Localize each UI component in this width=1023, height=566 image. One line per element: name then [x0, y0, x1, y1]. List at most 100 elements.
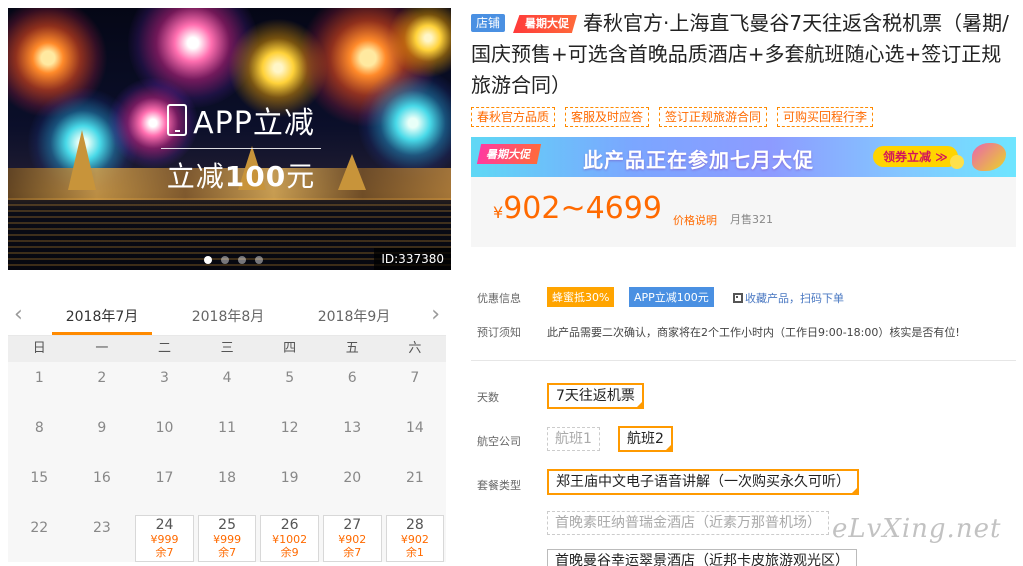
option-flight-2[interactable]: 航班2 — [618, 426, 673, 452]
day-remaining: 余7 — [343, 546, 362, 559]
day-price: ¥999 — [213, 533, 242, 546]
offers-label: 优惠信息 — [477, 292, 521, 305]
day-price: ¥902 — [400, 533, 429, 546]
calendar-day: 3 — [133, 362, 196, 412]
divider — [471, 360, 1016, 361]
day-number: 5 — [285, 370, 295, 386]
offers-row: 优惠信息 蜂蜜抵30% APP立减100元 收藏产品，扫码下单 — [471, 287, 1016, 308]
temple-spire — [338, 154, 366, 190]
calendar-day: 4 — [196, 362, 259, 412]
product-hero-image[interactable]: APP立减 立减100元 ID:337380 — [8, 8, 451, 270]
feature-tag: 签订正规旅游合同 — [659, 107, 768, 127]
tab-month-september[interactable]: 2018年9月 — [304, 306, 404, 326]
promo-prefix: 立减 — [166, 160, 225, 193]
feature-tag: 春秋官方品质 — [471, 107, 556, 127]
weekday: 日 — [32, 341, 46, 356]
option-package-suvarnabhumi-hotel[interactable]: 首晚素旺纳普瑞金酒店（近素万那普机场） — [547, 511, 829, 535]
calendar-day: 22 — [8, 512, 71, 562]
calendar-day: 14 — [384, 412, 447, 462]
day-number: 13 — [343, 420, 362, 436]
day-remaining: 余7 — [155, 546, 174, 559]
day-number: 16 — [92, 470, 111, 486]
day-number: 19 — [280, 470, 299, 486]
day-number: 10 — [155, 420, 174, 436]
carousel-dot[interactable] — [221, 256, 229, 264]
carousel-dot[interactable] — [204, 256, 212, 264]
day-number: 3 — [160, 370, 169, 386]
day-number: 8 — [34, 420, 44, 436]
day-number: 24 — [155, 517, 174, 533]
product-id-badge: ID:337380 — [374, 248, 451, 270]
tab-month-july[interactable]: 2018年7月 — [52, 306, 152, 335]
carousel-dot[interactable] — [238, 256, 246, 264]
day-number: 12 — [280, 420, 299, 436]
calendar-day: 6 — [321, 362, 384, 412]
calendar-day: 13 — [321, 412, 384, 462]
weekday: 四 — [283, 341, 297, 356]
feature-tag: 可购买回程行李 — [777, 107, 874, 127]
product-title: 店铺 暑期大促 春秋官方·上海直飞曼谷7天往返含税机票（暑期/国庆预售+可选含首晚品… — [471, 8, 1016, 101]
package-label: 套餐类型 — [477, 479, 521, 492]
option-days-7[interactable]: 7天往返机票 — [547, 383, 644, 409]
temple-spire — [68, 130, 96, 190]
day-number: 7 — [410, 370, 420, 386]
booking-text: 此产品需要二次确认，商家将在2个工作小时内（工作日9:00-18:00）核实是否… — [547, 326, 960, 339]
collect-scan-text[interactable]: 收藏产品，扫码下单 — [745, 292, 844, 305]
app-discount-badge: APP立减100元 — [629, 287, 714, 307]
day-number: 1 — [34, 370, 44, 386]
summer-promo-tag: 暑期大促 — [513, 15, 578, 33]
calendar-day: 16 — [71, 462, 134, 512]
decoration — [972, 143, 1006, 171]
promo-amount: 100 — [224, 160, 287, 193]
weekday: 六 — [408, 341, 422, 356]
calendar-day: 9 — [71, 412, 134, 462]
calendar-day: 5 — [258, 362, 321, 412]
chevron-left-icon[interactable]: ‹ — [14, 302, 23, 327]
option-package-audio-guide[interactable]: 郑王庙中文电子语音讲解（一次购买永久可听） — [547, 469, 859, 495]
chevron-right-icon[interactable]: › — [431, 302, 440, 327]
day-number: 22 — [30, 520, 49, 536]
day-remaining: 余7 — [218, 546, 237, 559]
calendar-day-available[interactable]: 26 ¥1002 余9 — [260, 515, 319, 562]
store-tag: 店铺 — [471, 14, 506, 32]
day-price: ¥999 — [150, 533, 179, 546]
day-price: ¥902 — [338, 533, 367, 546]
calendar-day: 17 — [133, 462, 196, 512]
weekday: 五 — [345, 341, 359, 356]
tab-month-august[interactable]: 2018年8月 — [178, 306, 278, 326]
weekday: 一 — [95, 341, 109, 356]
day-number: 11 — [218, 420, 236, 436]
day-number: 28 — [405, 517, 424, 533]
day-number: 20 — [343, 470, 362, 486]
banner-text: 此产品正在参加七月大促 — [583, 148, 814, 172]
calendar-day: 23 — [71, 512, 134, 562]
calendar-day: 11 — [196, 412, 259, 462]
july-sale-banner[interactable]: 暑期大促 此产品正在参加七月大促 领券立减 ≫ — [471, 137, 1016, 177]
claim-coupon-button[interactable]: 领券立减 ≫ — [873, 146, 958, 167]
qr-code-icon — [733, 293, 743, 303]
watermark: eLvXing.net — [832, 514, 1002, 544]
calendar-day: 19 — [258, 462, 321, 512]
day-number: 27 — [343, 517, 362, 533]
day-number: 17 — [155, 470, 174, 486]
calendar-day: 1 — [8, 362, 71, 412]
product-info: 店铺 暑期大促 春秋官方·上海直飞曼谷7天往返含税机票（暑期/国庆预售+可选含首晚品… — [471, 8, 1016, 566]
day-number: 2 — [97, 370, 107, 386]
option-flight-1[interactable]: 航班1 — [547, 427, 600, 451]
decoration — [950, 155, 964, 169]
calendar-day-available[interactable]: 24 ¥999 余7 — [135, 515, 194, 562]
calendar-day-available[interactable]: 28 ¥902 余1 — [385, 515, 445, 562]
calendar-days: 1 2 3 4 5 6 7 8 9 10 11 12 13 14 15 16 17 18 19 20 21 22 23 24 ¥… — [8, 362, 446, 562]
option-package-bangkapi-hotel[interactable]: 首晚曼谷幸运翠景酒店（近邦卡皮旅游观光区） — [547, 549, 857, 566]
carousel-dot[interactable] — [255, 256, 263, 264]
currency-symbol: ¥ — [493, 203, 504, 222]
calendar-day: 20 — [321, 462, 384, 512]
calendar-day-available[interactable]: 25 ¥999 余7 — [197, 515, 257, 562]
calendar-day-available[interactable]: 27 ¥902 余7 — [322, 515, 382, 562]
promo-line1: APP立减 — [193, 106, 315, 141]
price-explain-link[interactable]: 价格说明 — [673, 212, 717, 228]
day-number: 26 — [280, 517, 299, 533]
collect-scan-link[interactable]: 收藏产品，扫码下单 — [733, 290, 844, 306]
day-number: 23 — [92, 520, 111, 536]
day-remaining: 余9 — [280, 546, 299, 559]
